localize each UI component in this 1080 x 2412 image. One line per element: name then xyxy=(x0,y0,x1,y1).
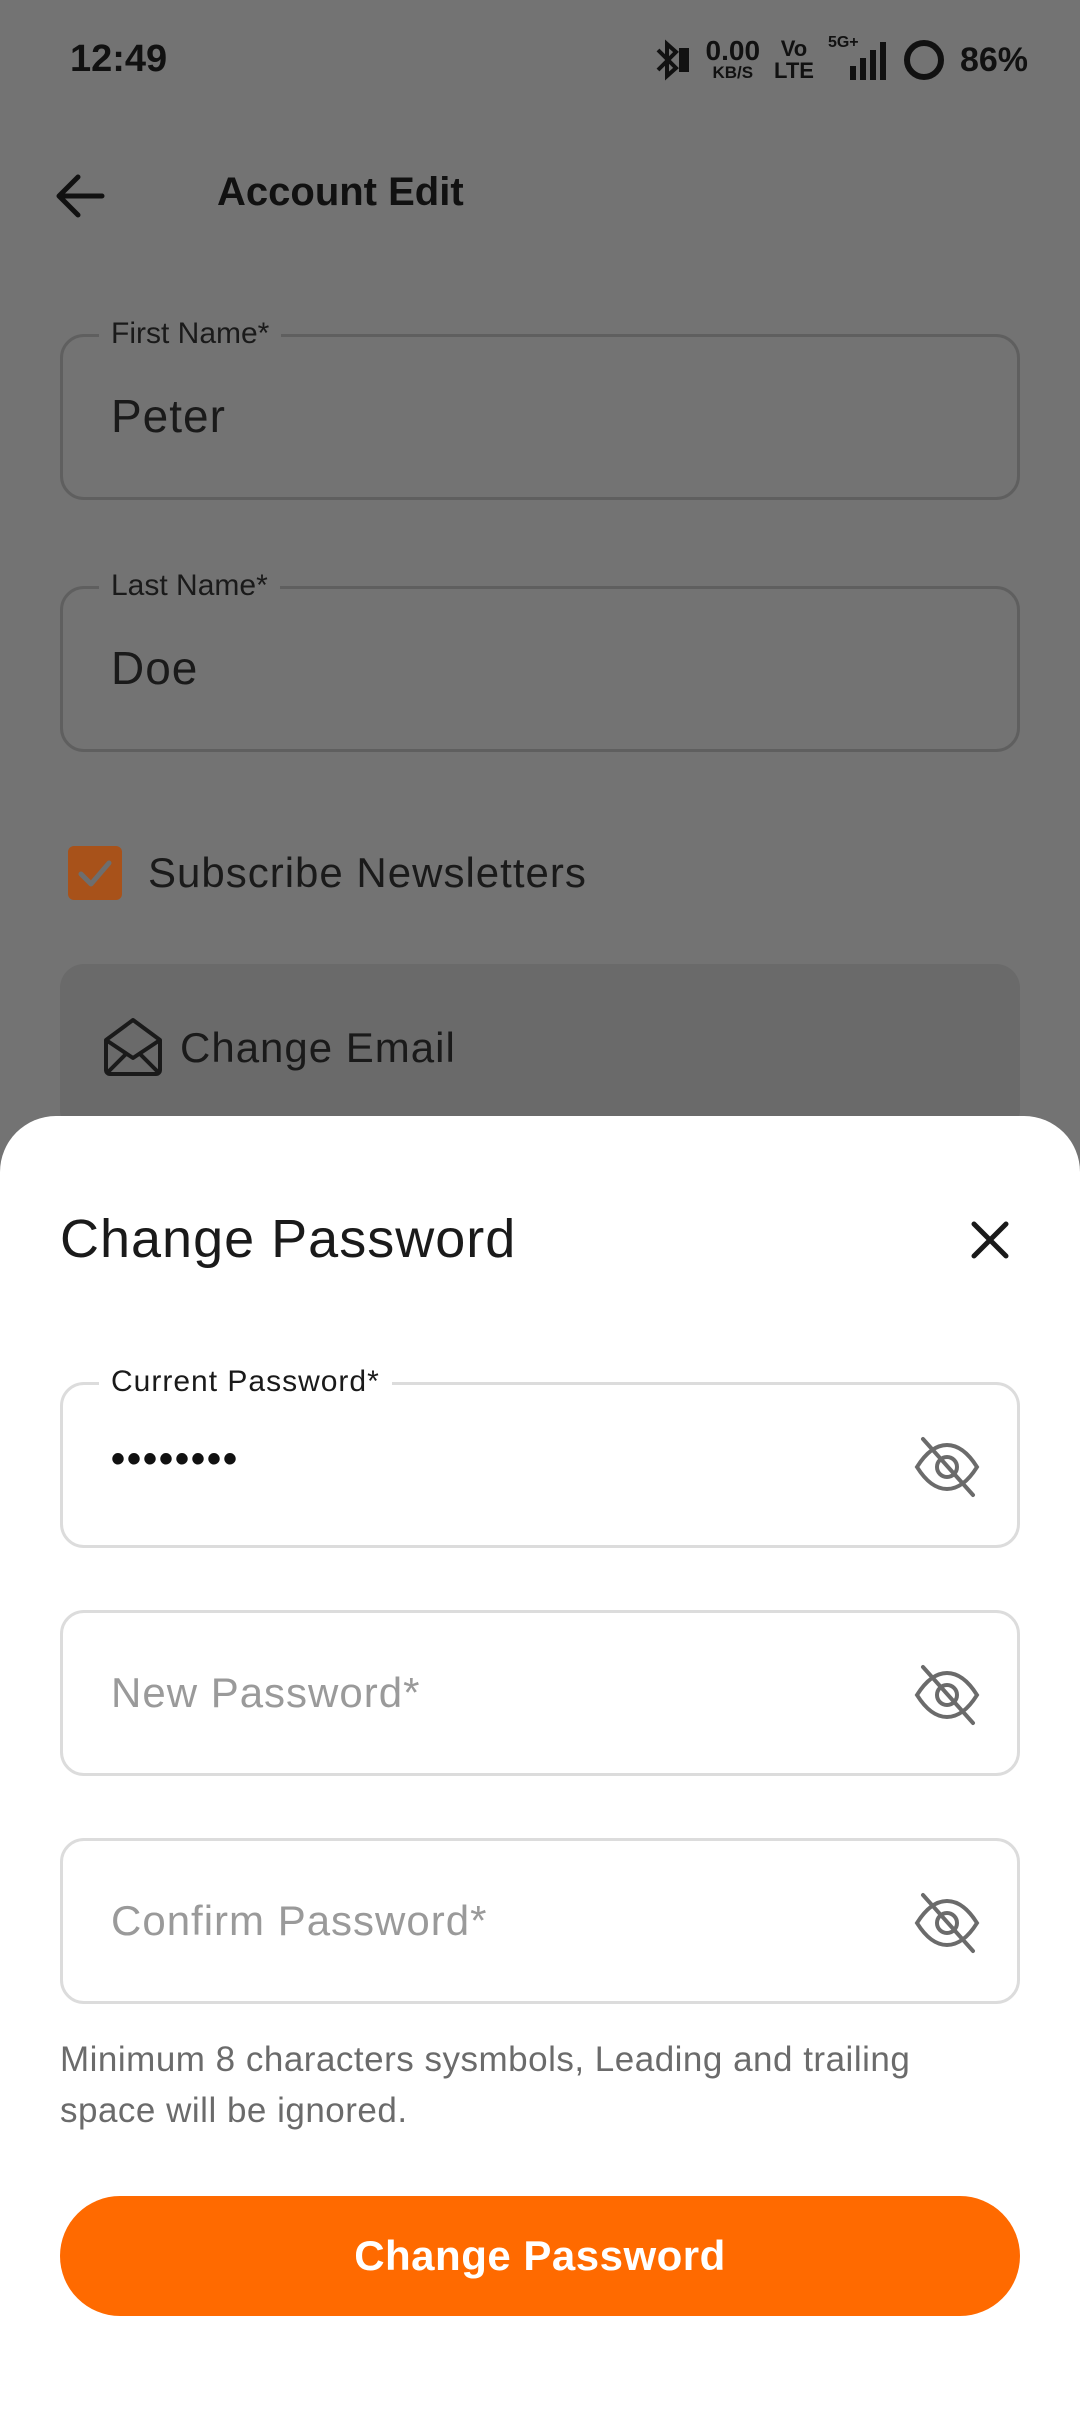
battery-ring-icon xyxy=(903,40,944,80)
bluetooth-icon xyxy=(656,39,689,81)
last-name-field[interactable]: Last Name* Doe xyxy=(60,569,1020,752)
last-name-label: Last Name* xyxy=(99,569,280,603)
page-title: Account Edit xyxy=(217,170,464,214)
subscribe-label: Subscribe Newsletters xyxy=(148,849,587,896)
change-email-label: Change Email xyxy=(180,1024,456,1071)
sheet-title: Change Password xyxy=(60,1209,517,1269)
confirm-password-field[interactable]: Confirm Password* xyxy=(60,1838,1020,2004)
close-icon xyxy=(971,1221,1009,1259)
volte-indicator: Vo LTE xyxy=(774,36,814,83)
current-password-value: •••••••• xyxy=(111,1437,240,1481)
change-password-sheet: Change Password Current Password* ••••••… xyxy=(0,1116,1080,2412)
app-bar: Account Edit xyxy=(0,150,1080,240)
close-button[interactable] xyxy=(962,1212,1018,1268)
first-name-field[interactable]: First Name* Peter xyxy=(60,317,1020,500)
status-time: 12:49 xyxy=(70,38,168,80)
net-speed: 0.00 KB/S xyxy=(705,35,761,82)
mail-open-icon xyxy=(104,1018,162,1076)
status-bar: 12:49 0.00 KB/S Vo LTE 5G+ 86% xyxy=(0,0,1080,120)
eye-off-icon[interactable] xyxy=(913,1663,981,1727)
new-password-placeholder: New Password* xyxy=(111,1669,421,1716)
back-button[interactable] xyxy=(50,166,120,226)
check-icon xyxy=(78,860,112,887)
password-hint: Minimum 8 characters sysmbols, Leading a… xyxy=(60,2040,911,2130)
eye-off-icon[interactable] xyxy=(913,1891,981,1955)
eye-off-icon[interactable] xyxy=(913,1435,981,1499)
last-name-value: Doe xyxy=(111,642,199,694)
first-name-value: Peter xyxy=(111,390,226,442)
signal-icon: 5G+ xyxy=(828,34,888,82)
confirm-password-placeholder: Confirm Password* xyxy=(111,1897,488,1944)
change-email-button[interactable]: Change Email xyxy=(60,964,1020,1134)
current-password-label: Current Password* xyxy=(99,1365,392,1399)
status-icons: 0.00 KB/S Vo LTE 5G+ 86% xyxy=(652,34,1028,83)
first-name-label: First Name* xyxy=(99,317,282,351)
current-password-field[interactable]: Current Password* •••••••• xyxy=(60,1365,1020,1548)
battery-percent: 86% xyxy=(959,40,1028,79)
subscribe-newsletters-row[interactable]: Subscribe Newsletters xyxy=(68,846,587,900)
change-password-button[interactable]: Change Password xyxy=(60,2196,1020,2316)
subscribe-checkbox[interactable] xyxy=(68,846,122,900)
new-password-field[interactable]: New Password* xyxy=(60,1610,1020,1776)
arrow-left-icon xyxy=(56,174,105,218)
